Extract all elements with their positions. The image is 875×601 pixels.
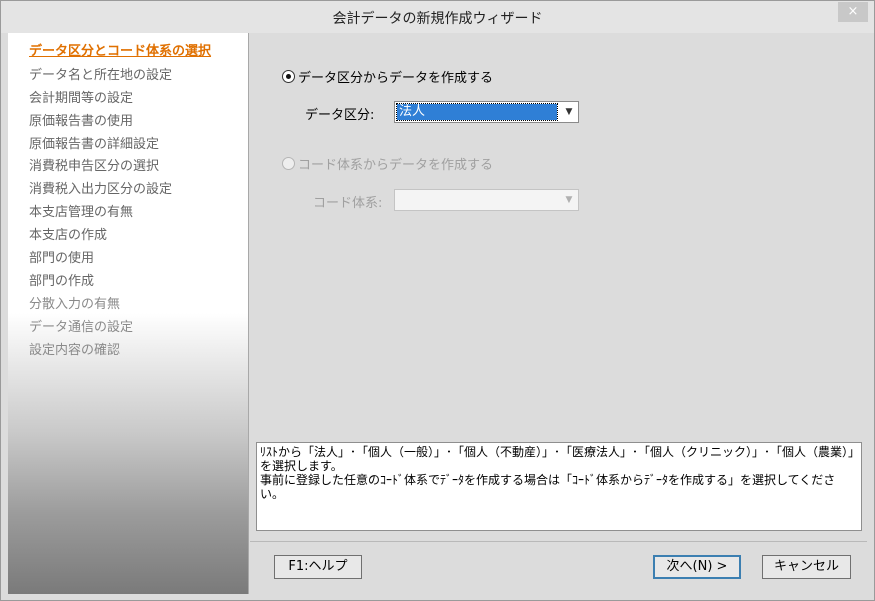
radio-label-code: コード体系からデータを作成する (298, 158, 494, 173)
step-list: データ区分とコード体系の選択 データ名と所在地の設定 会計期間等の設定 原価報告… (8, 33, 249, 594)
category-select-value: 法人 (396, 103, 558, 121)
step-item-tax-filing: 消費税申告区分の選択 (29, 159, 160, 174)
step-item-cost-report: 原価報告書の使用 (29, 114, 134, 129)
cancel-button[interactable]: キャンセル (762, 555, 851, 579)
wizard-window: 会計データの新規作成ウィザード × データ区分とコード体系の選択 データ名と所在… (0, 0, 875, 601)
description-line-1: ﾘｽﾄから「法人」･「個人（一般）」･「個人（不動産）」･「医療法人」･「個人（… (260, 445, 855, 473)
step-item-data-category[interactable]: データ区分とコード体系の選択 (29, 40, 211, 59)
category-select[interactable]: 法人 ▼ (394, 101, 579, 123)
title-bar: 会計データの新規作成ウィザード × (1, 1, 874, 33)
step-item-distributed-input: 分散入力の有無 (29, 297, 121, 312)
code-field-label: コード体系: (313, 196, 383, 211)
step-item-confirm: 設定内容の確認 (29, 343, 121, 358)
next-button[interactable]: 次へ(N) > (653, 555, 741, 579)
chevron-down-icon[interactable]: ▼ (562, 105, 576, 119)
footer-divider (250, 541, 867, 542)
help-button[interactable]: F1:ヘルプ (274, 555, 362, 579)
step-item-fiscal-period: 会計期間等の設定 (29, 91, 134, 106)
chevron-down-icon[interactable]: ▼ (562, 193, 576, 207)
step-item-department-use: 部門の使用 (29, 251, 95, 266)
radio-create-from-code[interactable]: コード体系からデータを作成する (282, 154, 493, 173)
window-title: 会計データの新規作成ウィザード (332, 11, 543, 27)
step-item-data-comm: データ通信の設定 (29, 320, 134, 335)
radio-unchecked-icon[interactable] (282, 157, 295, 170)
step-item-tax-io: 消費税入出力区分の設定 (29, 182, 173, 197)
description-line-2: 事前に登録した任意のｺｰﾄﾞ体系でﾃﾞｰﾀを作成する場合は「ｺｰﾄﾞ体系からﾃﾞ… (260, 473, 836, 501)
step-item-branch-create: 本支店の作成 (29, 228, 108, 243)
step-item-department-create: 部門の作成 (29, 274, 95, 289)
radio-label-category: データ区分からデータを作成する (298, 71, 494, 86)
step-item-data-name: データ名と所在地の設定 (29, 68, 173, 83)
close-button[interactable]: × (838, 2, 868, 22)
radio-checked-icon[interactable] (282, 70, 295, 83)
radio-create-from-category[interactable]: データ区分からデータを作成する (282, 67, 493, 86)
close-icon: × (847, 4, 859, 19)
step-item-branch-mgmt: 本支店管理の有無 (29, 205, 134, 220)
code-select[interactable]: ▼ (394, 189, 579, 211)
description-box: ﾘｽﾄから「法人」･「個人（一般）」･「個人（不動産）」･「医療法人」･「個人（… (256, 442, 862, 531)
category-field-label: データ区分: (305, 108, 375, 123)
step-item-cost-report-detail: 原価報告書の詳細設定 (29, 137, 160, 152)
